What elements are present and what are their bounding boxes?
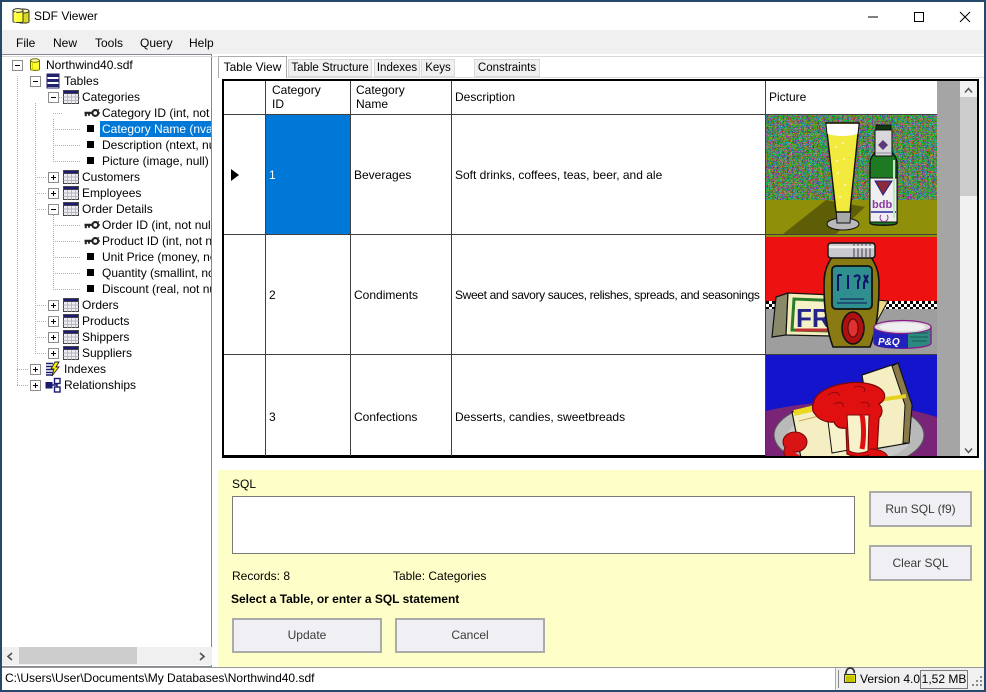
- svg-text:P&Q: P&Q: [878, 337, 900, 348]
- svg-text:bdb: bdb: [872, 199, 892, 211]
